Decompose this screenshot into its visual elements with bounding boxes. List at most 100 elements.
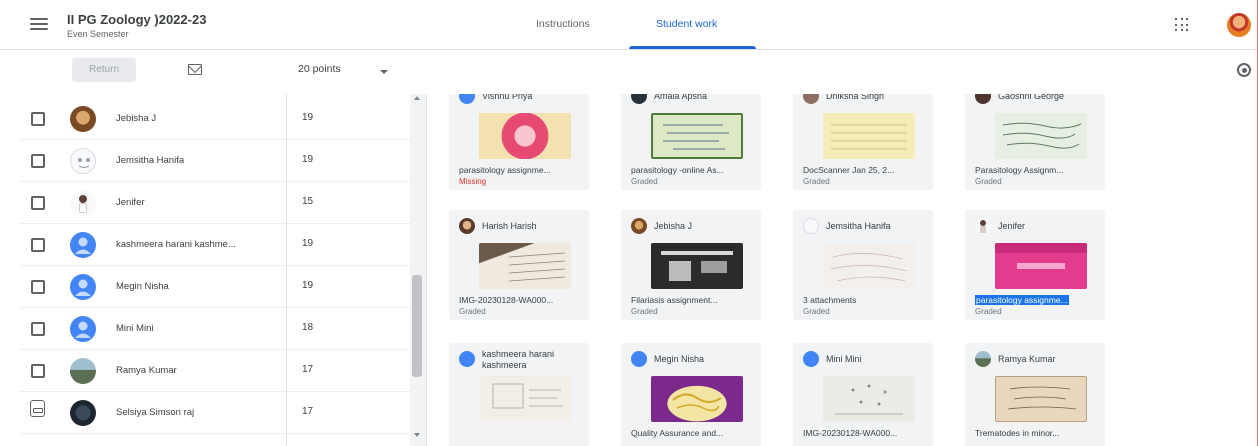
card-student-name: Mini Mini bbox=[826, 354, 862, 364]
scroll-down-icon[interactable] bbox=[414, 433, 420, 437]
attachment-name[interactable]: Quality Assurance and... bbox=[631, 428, 756, 438]
student-name[interactable]: Jemsitha Hanifa bbox=[116, 155, 184, 166]
student-row[interactable]: kashmeera harani kashme... 19 bbox=[0, 224, 410, 266]
student-checkbox[interactable] bbox=[31, 154, 45, 168]
student-avatar bbox=[975, 351, 991, 367]
diagram-page-thumbnail[interactable] bbox=[823, 376, 915, 422]
student-checkbox[interactable] bbox=[31, 280, 45, 294]
submission-card[interactable]: Vishnu Priya parasitology assignme... Mi… bbox=[449, 94, 589, 190]
student-row[interactable]: Selsiya Simson raj 17 bbox=[0, 392, 410, 434]
course-title[interactable]: II PG Zoology )2022-23 bbox=[67, 12, 206, 27]
student-row[interactable]: Mini Mini 18 bbox=[0, 308, 410, 350]
submission-status: Graded bbox=[631, 307, 658, 316]
student-checkbox[interactable] bbox=[31, 322, 45, 336]
green-notes-thumbnail[interactable] bbox=[651, 113, 743, 159]
student-row[interactable]: Jemsitha Hanifa 19 bbox=[0, 140, 410, 182]
student-grade[interactable]: 17 bbox=[302, 364, 313, 375]
student-checkbox[interactable] bbox=[31, 364, 45, 378]
beige-page-thumbnail[interactable] bbox=[995, 376, 1087, 422]
submission-card[interactable]: Jebisha J Filariasis assignment... Grade… bbox=[621, 210, 761, 320]
sketch-paper-thumbnail[interactable] bbox=[479, 376, 571, 422]
student-avatar bbox=[803, 94, 819, 104]
attachment-name[interactable]: Parasitology Assignm... bbox=[975, 165, 1100, 175]
google-apps-icon[interactable] bbox=[1175, 18, 1189, 32]
card-student-name: kashmeera harani kashmeera bbox=[482, 349, 555, 370]
student-grade[interactable]: 15 bbox=[302, 196, 313, 207]
student-grade[interactable]: 19 bbox=[302, 238, 313, 249]
student-list: Jebisha J 19 Jemsitha Hanifa 19 Jenifer … bbox=[0, 94, 427, 446]
student-name[interactable]: Selsiya Simson raj bbox=[116, 407, 194, 418]
scrollbar-thumb[interactable] bbox=[412, 275, 422, 377]
attachment-name[interactable]: 3 attachments bbox=[803, 295, 928, 305]
student-grade[interactable]: 19 bbox=[302, 112, 313, 123]
student-avatar bbox=[803, 218, 819, 234]
student-grade[interactable]: 18 bbox=[302, 322, 313, 333]
return-button[interactable]: Return bbox=[72, 58, 136, 82]
handwriting-photo-thumbnail[interactable] bbox=[479, 243, 571, 289]
tab-student-work[interactable]: Student work bbox=[656, 18, 717, 30]
submission-card[interactable]: Jemsitha Hanifa 3 attachments Graded bbox=[793, 210, 933, 320]
purple-cover-thumbnail[interactable] bbox=[651, 376, 743, 422]
scroll-up-icon[interactable] bbox=[414, 96, 420, 100]
assignment-icon bbox=[30, 400, 45, 417]
student-name[interactable]: Jenifer bbox=[116, 197, 145, 208]
submission-card[interactable]: Harish Harish IMG-20230128-WA000... Grad… bbox=[449, 210, 589, 320]
student-grade[interactable]: 19 bbox=[302, 154, 313, 165]
card-student-name: Jemsitha Hanifa bbox=[826, 221, 891, 231]
student-avatar bbox=[459, 94, 475, 104]
student-avatar bbox=[70, 274, 96, 300]
student-row[interactable]: Jebisha J 19 bbox=[0, 98, 410, 140]
attachment-name[interactable]: IMG-20230128-WA000... bbox=[803, 428, 928, 438]
submission-card[interactable]: Jenifer parasitology assignme... Graded bbox=[965, 210, 1105, 320]
student-avatar bbox=[70, 106, 96, 132]
dark-diagram-thumbnail[interactable] bbox=[651, 243, 743, 289]
caret-down-icon[interactable] bbox=[380, 70, 388, 74]
student-checkbox[interactable] bbox=[31, 238, 45, 252]
student-name[interactable]: Mini Mini bbox=[116, 323, 153, 334]
pink-title-thumbnail[interactable] bbox=[995, 243, 1087, 289]
email-icon[interactable] bbox=[188, 64, 202, 75]
student-name[interactable]: Ramya Kumar bbox=[116, 365, 177, 376]
submission-card[interactable]: kashmeera harani kashmeera bbox=[449, 343, 589, 446]
white-page-thumbnail[interactable] bbox=[823, 243, 915, 289]
student-name[interactable]: Jebisha J bbox=[116, 113, 156, 124]
points-dropdown[interactable]: 20 points bbox=[298, 63, 341, 75]
submission-status: Graded bbox=[975, 177, 1002, 186]
handwritten-notes-thumbnail[interactable] bbox=[995, 113, 1087, 159]
attachment-name[interactable]: parasitology -online As... bbox=[631, 165, 756, 175]
pink-circle-thumbnail[interactable] bbox=[479, 113, 571, 159]
submission-card[interactable]: Dhiksha Singh DocScanner Jan 25, 2... Gr… bbox=[793, 94, 933, 190]
student-avatar bbox=[70, 148, 96, 174]
attachment-name[interactable]: Filariasis assignment... bbox=[631, 295, 756, 305]
card-student-name: Vishnu Priya bbox=[482, 94, 533, 101]
attachment-name[interactable]: Trematodes in minor... bbox=[975, 428, 1100, 438]
student-name[interactable]: Megin Nisha bbox=[116, 281, 169, 292]
hamburger-menu-icon[interactable] bbox=[28, 15, 50, 35]
submission-card[interactable]: Gaoshni George Parasitology Assignm... G… bbox=[965, 94, 1105, 190]
card-student-name: Jebisha J bbox=[654, 221, 693, 231]
yellow-paper-thumbnail[interactable] bbox=[823, 113, 915, 159]
student-row[interactable]: Ramya Kumar 17 bbox=[0, 350, 410, 392]
account-avatar[interactable] bbox=[1227, 13, 1251, 37]
submission-card[interactable]: Mini Mini IMG-20230128-WA000... bbox=[793, 343, 933, 446]
scrollbar-track[interactable] bbox=[410, 94, 426, 446]
attachment-name[interactable]: IMG-20230128-WA000... bbox=[459, 295, 584, 305]
settings-gear-icon[interactable] bbox=[1237, 63, 1251, 77]
student-row[interactable]: Megin Nisha 19 bbox=[0, 266, 410, 308]
submission-card[interactable]: Ramya Kumar Trematodes in minor... bbox=[965, 343, 1105, 446]
student-grade[interactable]: 19 bbox=[302, 280, 313, 291]
attachment-name-selected[interactable]: parasitology assignme... bbox=[975, 295, 1069, 305]
submission-card[interactable]: Amala Apsha parasitology -online As... G… bbox=[621, 94, 761, 190]
submission-status: Graded bbox=[975, 307, 1002, 316]
submission-card[interactable]: Megin Nisha Quality Assurance and... bbox=[621, 343, 761, 446]
tab-instructions[interactable]: Instructions bbox=[536, 18, 590, 30]
student-checkbox[interactable] bbox=[31, 196, 45, 210]
attachment-name[interactable]: DocScanner Jan 25, 2... bbox=[803, 165, 928, 175]
student-row[interactable]: Jenifer 15 bbox=[0, 182, 410, 224]
student-name[interactable]: kashmeera harani kashme... bbox=[116, 239, 236, 250]
card-student-name: Amala Apsha bbox=[654, 94, 708, 101]
student-grade[interactable]: 17 bbox=[302, 406, 313, 417]
student-checkbox[interactable] bbox=[31, 112, 45, 126]
attachment-name[interactable]: parasitology assignme... bbox=[459, 165, 584, 175]
card-student-name: Ramya Kumar bbox=[998, 354, 1056, 364]
